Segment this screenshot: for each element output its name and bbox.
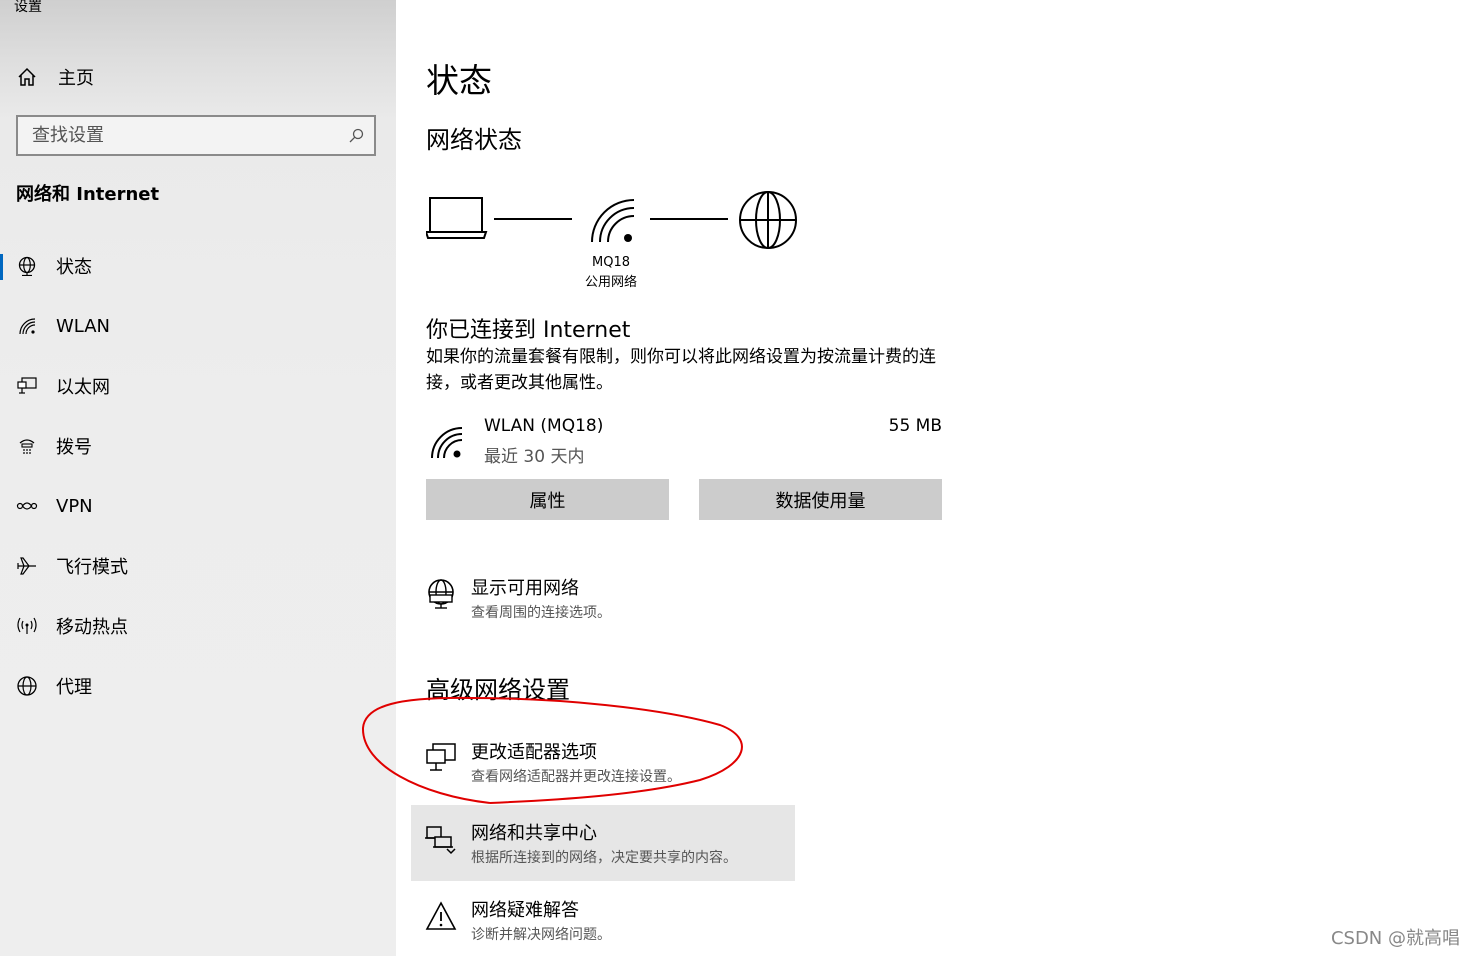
page-title: 状态 [426, 61, 492, 100]
proxy-globe-icon [16, 675, 38, 697]
sidebar-item-status[interactable]: 状态 [0, 236, 396, 296]
wifi-icon [431, 427, 463, 459]
sidebar-item-proxy[interactable]: 代理 [0, 656, 396, 716]
sidebar-item-vpn[interactable]: VPN [0, 476, 396, 536]
main-content: 状态 网络状态 MQ18 公用网络 你已连接到 Internet 如果你的流量套… [396, 0, 1474, 956]
search-box[interactable] [16, 115, 376, 156]
home-nav-item[interactable]: 主页 [16, 62, 94, 92]
wlan-period: 最近 30 天内 [484, 447, 585, 467]
search-icon[interactable] [348, 128, 364, 144]
connected-title: 你已连接到 Internet [426, 318, 631, 343]
sharing-center-title: 网络和共享中心 [471, 823, 597, 844]
change-adapter-options-link[interactable]: 更改适配器选项 查看网络适配器并更改连接设置。 [411, 724, 795, 800]
wlan-connection-row: WLAN (MQ18) 最近 30 天内 55 MB [426, 414, 942, 468]
network-status-heading: 网络状态 [426, 126, 522, 154]
network-caption: MQ18 公用网络 [566, 253, 656, 293]
sidebar-item-wlan[interactable]: WLAN [0, 296, 396, 356]
sidebar-item-label: WLAN [56, 315, 111, 337]
show-available-networks-link[interactable]: 显示可用网络 查看周围的连接选项。 [411, 560, 795, 636]
adapter-icon [426, 743, 456, 771]
data-usage-button[interactable]: 数据使用量 [699, 479, 942, 520]
sidebar-item-label: 以太网 [56, 377, 110, 398]
sidebar-item-label: VPN [56, 495, 93, 517]
sidebar: 设置 主页 网络和 Internet 状态 WLAN [0, 0, 396, 956]
network-sharing-center-link[interactable]: 网络和共享中心 根据所连接到的网络，决定要共享的内容。 [411, 805, 795, 881]
wlan-name: WLAN (MQ18) [484, 416, 604, 436]
vpn-icon [16, 495, 38, 517]
hotspot-icon [16, 615, 38, 637]
internet-globe-icon [739, 191, 797, 249]
laptop-icon [424, 197, 488, 239]
home-label: 主页 [58, 68, 94, 89]
network-name: MQ18 [592, 255, 630, 270]
sidebar-item-label: 飞行模式 [56, 557, 128, 578]
show-networks-title: 显示可用网络 [471, 578, 579, 599]
troubleshoot-title: 网络疑难解答 [471, 900, 579, 921]
sharing-center-subtitle: 根据所连接到的网络，决定要共享的内容。 [471, 850, 737, 866]
network-type: 公用网络 [584, 275, 637, 290]
window-title: 设置 [14, 0, 42, 15]
globe-status-icon [16, 255, 38, 277]
sidebar-item-label: 代理 [56, 677, 92, 698]
properties-button[interactable]: 属性 [426, 479, 669, 520]
change-adapter-title: 更改适配器选项 [471, 742, 597, 763]
sidebar-item-label: 状态 [56, 257, 92, 278]
home-icon [18, 67, 36, 86]
show-networks-subtitle: 查看周围的连接选项。 [471, 605, 611, 621]
sidebar-section-title: 网络和 Internet [16, 184, 160, 205]
change-adapter-subtitle: 查看网络适配器并更改连接设置。 [471, 769, 681, 785]
sidebar-item-label: 拨号 [56, 437, 92, 458]
ethernet-icon [16, 375, 38, 397]
connected-description: 如果你的流量套餐有限制，则你可以将此网络设置为按流量计费的连接，或者更改其他属性… [426, 347, 936, 393]
network-troubleshooter-link[interactable]: 网络疑难解答 诊断并解决网络问题。 [411, 882, 795, 956]
search-input[interactable] [32, 125, 348, 146]
wifi-icon [16, 315, 38, 337]
airplane-icon [16, 555, 38, 577]
sidebar-item-ethernet[interactable]: 以太网 [0, 356, 396, 416]
sidebar-item-hotspot[interactable]: 移动热点 [0, 596, 396, 656]
sidebar-item-dialup[interactable]: 拨号 [0, 416, 396, 476]
sidebar-item-label: 移动热点 [56, 617, 128, 638]
wifi-signal-icon [591, 199, 635, 243]
troubleshoot-subtitle: 诊断并解决网络问题。 [471, 927, 611, 943]
wlan-usage: 55 MB [888, 416, 942, 436]
sharing-center-icon [425, 826, 456, 855]
sidebar-nav: 状态 WLAN 以太网 拨号 VPN 飞行模式 移动热点 代理 [0, 236, 396, 716]
advanced-settings-heading: 高级网络设置 [426, 676, 570, 704]
dialup-icon [16, 435, 38, 457]
globe-network-icon [428, 579, 454, 609]
watermark: CSDN @就高唱 [1330, 928, 1460, 949]
warning-icon [425, 901, 457, 930]
sidebar-item-airplane[interactable]: 飞行模式 [0, 536, 396, 596]
